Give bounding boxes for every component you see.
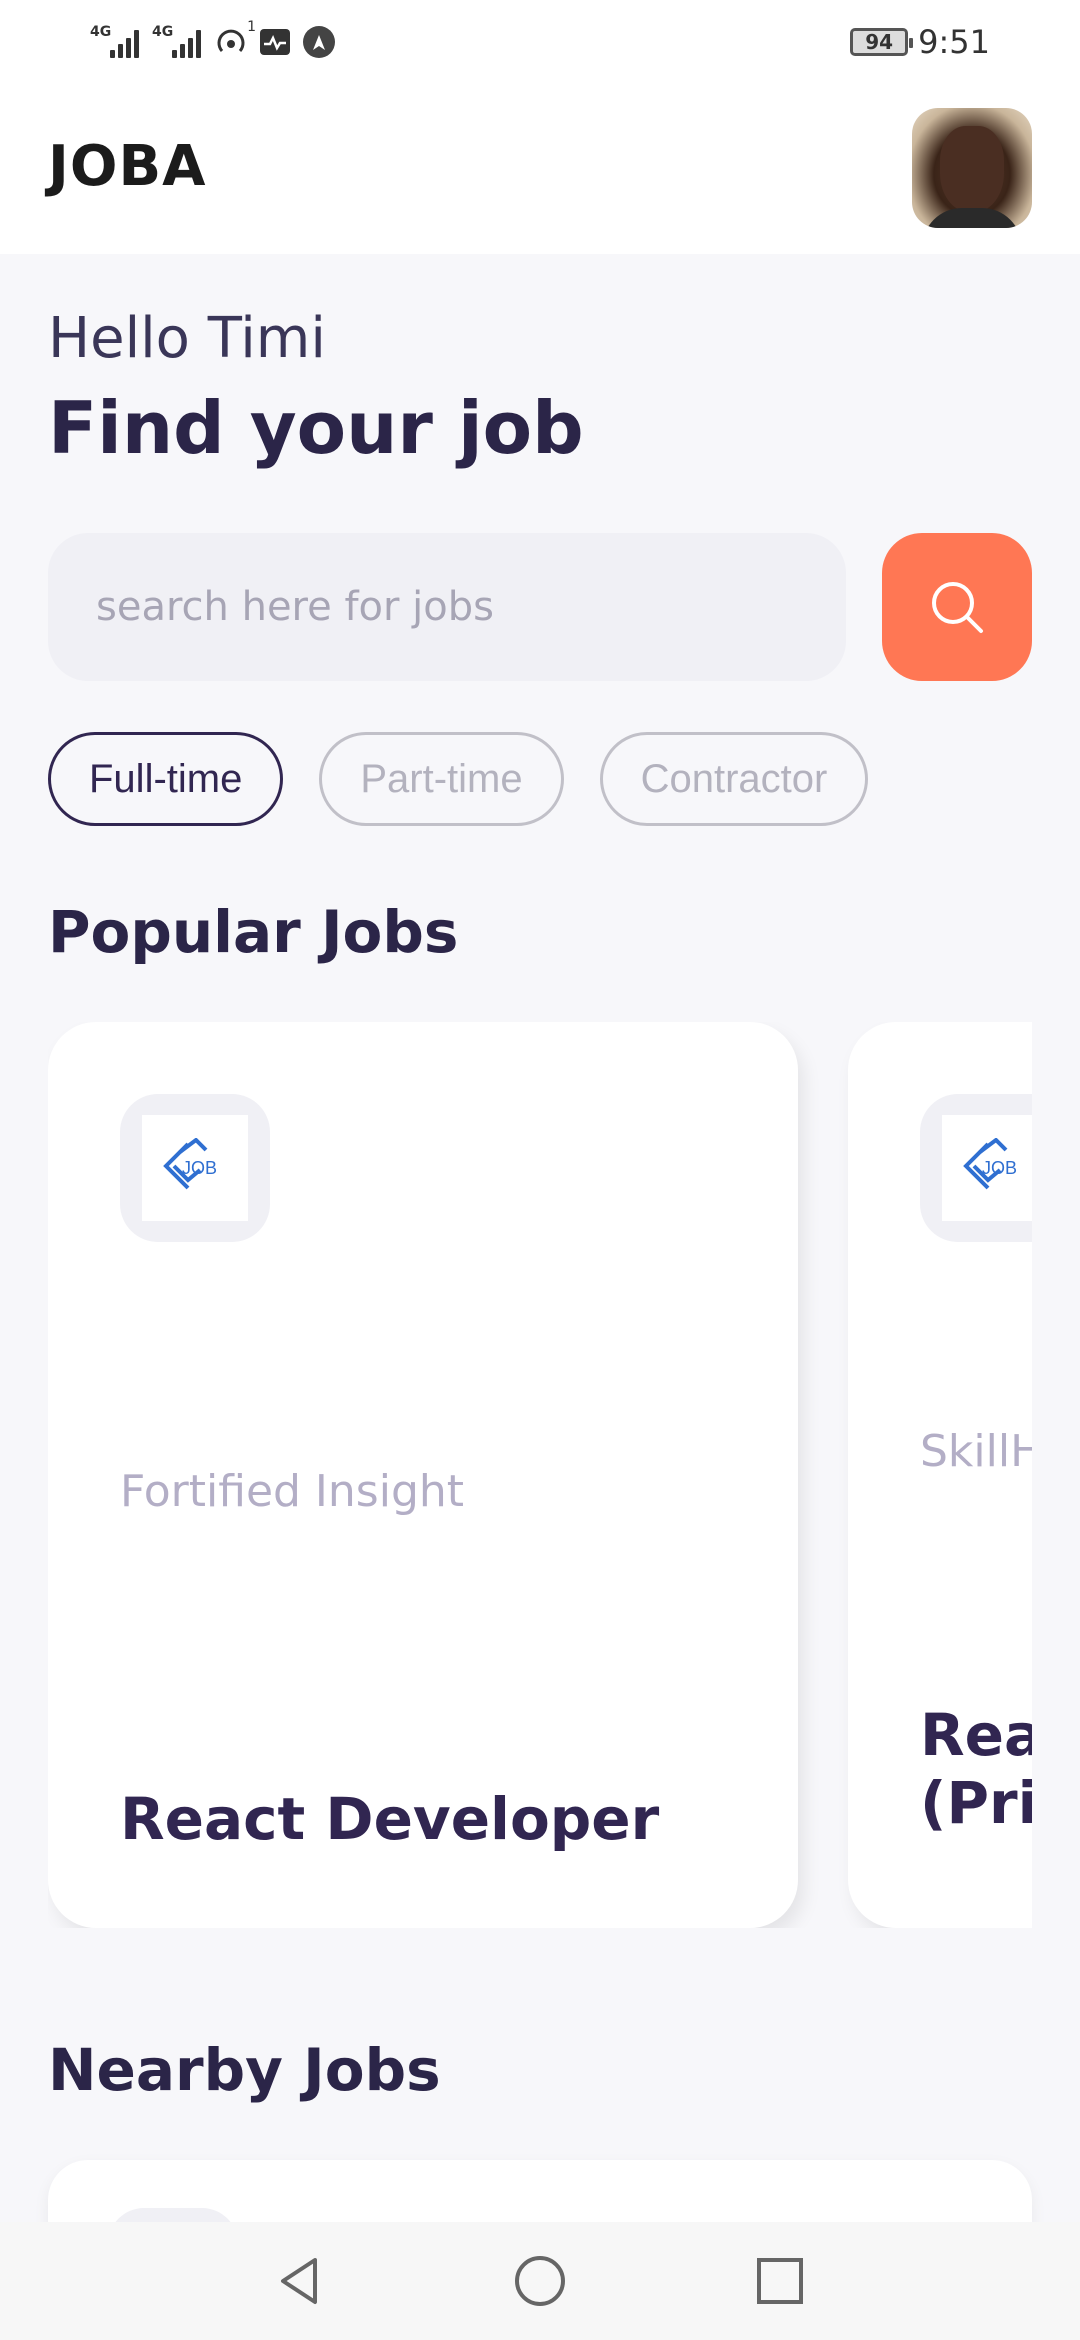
company-logo-container: JOB — [920, 1094, 1032, 1242]
svg-text:JOB: JOB — [982, 1158, 1017, 1178]
tab-contractor[interactable]: Contractor — [599, 732, 869, 826]
activity-icon — [258, 25, 292, 59]
system-nav-bar — [0, 2222, 1080, 2340]
tab-part-time[interactable]: Part-time — [319, 732, 564, 826]
hotspot-icon: 1 — [214, 19, 256, 59]
signal-icon: 4G — [90, 24, 142, 58]
greeting-text: Hello Timi — [48, 306, 326, 371]
nearby-jobs-title: Nearby Jobs — [48, 2036, 441, 2104]
company-logo-container: JOB — [120, 1094, 270, 1242]
job-type-tabs: Full-time Part-time Contractor — [48, 732, 869, 826]
battery-level: 94 — [865, 30, 894, 54]
signal-type-label: 4G — [90, 24, 112, 40]
nav-app-icon — [302, 25, 336, 59]
company-name: SkillH — [920, 1426, 1032, 1477]
app-title: JOBA — [48, 134, 207, 199]
job-title-line2: (Prir — [920, 1769, 1032, 1837]
search-button[interactable] — [882, 533, 1032, 681]
signal-icon: 4G — [152, 24, 204, 58]
search-input[interactable] — [48, 533, 846, 681]
search-icon — [932, 582, 983, 633]
job-card[interactable]: JOB Fortified Insight React Developer — [48, 1022, 798, 1928]
job-title: React Developer — [120, 1785, 660, 1853]
page-title: Find your job — [48, 386, 584, 470]
avatar-face — [940, 126, 1004, 212]
popular-jobs-carousel[interactable]: JOB Fortified Insight React Developer JO… — [48, 1022, 1032, 1928]
company-logo: JOB — [942, 1115, 1032, 1221]
company-name: Fortified Insight — [120, 1466, 465, 1517]
home-icon — [515, 2256, 565, 2306]
signal-type-label: 4G — [152, 24, 174, 40]
avatar-shirt — [922, 208, 1022, 228]
tab-full-time[interactable]: Full-time — [48, 732, 284, 826]
app-screen: 4G 4G 1 94 9:51 JOBA Hello Timi Find you… — [0, 0, 1080, 2340]
status-icons-left: 4G 4G 1 — [90, 19, 336, 62]
job-title-line1: Reac — [920, 1701, 1032, 1769]
recents-icon — [757, 2258, 803, 2304]
status-icons-right: 94 9:51 — [850, 22, 990, 62]
status-bar: 4G 4G 1 94 9:51 — [0, 0, 1080, 86]
svg-text:JOB: JOB — [182, 1158, 217, 1178]
recents-button[interactable] — [740, 2241, 820, 2321]
hotspot-count: 1 — [247, 19, 256, 35]
popular-jobs-title: Popular Jobs — [48, 898, 459, 966]
back-button[interactable] — [260, 2241, 340, 2321]
back-icon — [281, 2258, 317, 2304]
home-button[interactable] — [500, 2241, 580, 2321]
app-header: JOBA — [0, 86, 1080, 254]
clock: 9:51 — [918, 23, 990, 61]
battery-icon: 94 — [850, 28, 914, 56]
avatar[interactable] — [912, 108, 1032, 228]
company-logo: JOB — [142, 1115, 248, 1221]
job-card[interactable]: JOB SkillH Reac (Prir — [848, 1022, 1032, 1928]
